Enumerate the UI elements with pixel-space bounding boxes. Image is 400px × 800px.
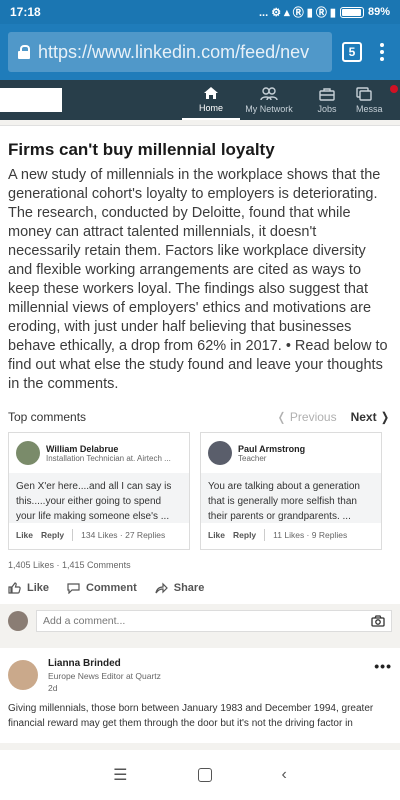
like-label: Like <box>27 582 50 594</box>
messaging-icon <box>356 87 372 101</box>
comment-like-button[interactable]: Like <box>208 530 225 540</box>
more-options-icon[interactable]: ••• <box>374 658 392 693</box>
status-bar: 17:18 ... ⚙ ▴ Ⓡ ▮ Ⓡ ▮ 89% <box>0 0 400 24</box>
thumbs-up-icon <box>8 582 21 594</box>
browser-menu-icon[interactable] <box>372 43 392 61</box>
share-icon <box>155 582 168 594</box>
top-comments-label: Top comments <box>8 410 87 424</box>
nav-jobs[interactable]: Jobs <box>298 80 356 120</box>
status-time: 17:18 <box>10 5 41 19</box>
home-button[interactable] <box>197 768 212 782</box>
nav-network-label: My Network <box>245 104 293 114</box>
linkedin-nav: Home My Network Jobs Messa <box>0 80 400 120</box>
battery-percent: 89% <box>367 6 390 18</box>
post-stats[interactable]: 1,405 Likes · 1,415 Comments <box>0 550 400 582</box>
camera-icon[interactable] <box>371 615 385 627</box>
url-text: https://www.linkedin.com/feed/nev <box>38 41 310 62</box>
nav-my-network[interactable]: My Network <box>240 80 298 120</box>
search-input[interactable] <box>0 88 62 112</box>
notification-badge <box>390 85 398 93</box>
comment-input[interactable]: Add a comment... <box>36 610 392 632</box>
network-icon <box>260 87 278 101</box>
comment-card[interactable]: William Delabrue Installation Technician… <box>8 432 190 550</box>
article-title[interactable]: Firms can't buy millennial loyalty <box>8 140 390 160</box>
article: Firms can't buy millennial loyalty A new… <box>0 126 400 400</box>
avatar[interactable] <box>16 441 40 465</box>
back-button[interactable]: ‹ <box>282 766 287 784</box>
comment-placeholder: Add a comment... <box>43 615 126 627</box>
lock-icon <box>18 45 30 59</box>
home-icon <box>204 87 218 99</box>
signal-icons: ... ⚙ ▴ Ⓡ ▮ Ⓡ ▮ <box>258 7 336 19</box>
add-comment-bar: Add a comment... <box>0 604 400 638</box>
commenter-name[interactable]: William Delabrue <box>46 444 171 454</box>
avatar[interactable] <box>8 611 28 631</box>
comment-button[interactable]: Comment <box>67 582 137 594</box>
commenter-title: Teacher <box>238 453 267 463</box>
briefcase-icon <box>319 88 335 101</box>
battery-icon <box>339 6 364 18</box>
article-body: A new study of millennials in the workpl… <box>8 167 388 392</box>
comment-reply-button[interactable]: Reply <box>233 530 256 540</box>
tab-switcher-button[interactable]: 5 <box>342 42 362 62</box>
post-text[interactable]: Giving millennials, those born between J… <box>8 701 392 731</box>
author-name[interactable]: Lianna Brinded <box>48 658 161 669</box>
comment-meta: 11 Likes · 9 Replies <box>273 530 348 540</box>
share-button[interactable]: Share <box>155 582 205 594</box>
article-card: Firms can't buy millennial loyalty A new… <box>0 125 400 638</box>
divider <box>264 529 266 541</box>
post-actions: Like Comment Share <box>0 582 400 604</box>
address-bar[interactable]: https://www.linkedin.com/feed/nev <box>8 32 332 72</box>
browser-toolbar: https://www.linkedin.com/feed/nev 5 <box>0 24 400 80</box>
system-nav-bar: ☰ ‹ <box>0 750 400 800</box>
commenter-title: Installation Technician at. Airtech ... <box>46 453 171 463</box>
comment-text[interactable]: Gen X'er here....and all I can say is th… <box>9 473 189 523</box>
comment-text[interactable]: You are talking about a generation that … <box>201 473 381 523</box>
recent-apps-button[interactable]: ☰ <box>113 765 127 785</box>
nav-home-label: Home <box>198 103 223 113</box>
avatar[interactable] <box>8 660 38 690</box>
comment-like-button[interactable]: Like <box>16 530 33 540</box>
top-comments-header: Top comments ❬ Previous Next ❭ <box>0 400 400 432</box>
previous-button[interactable]: ❬ Previous <box>277 410 337 424</box>
next-button[interactable]: Next ❭ <box>351 410 390 424</box>
comment-meta: 134 Likes · 27 Replies <box>81 530 166 540</box>
comments-carousel: William Delabrue Installation Technician… <box>0 432 400 550</box>
comment-reply-button[interactable]: Reply <box>41 530 64 540</box>
post-age: 2d <box>48 683 58 693</box>
like-button[interactable]: Like <box>8 582 49 594</box>
avatar[interactable] <box>208 441 232 465</box>
comment-icon <box>67 583 80 594</box>
nav-messaging-label: Messa <box>356 104 383 114</box>
status-icons: ... ⚙ ▴ Ⓡ ▮ Ⓡ ▮ 89% <box>259 4 390 20</box>
comment-card[interactable]: Paul Armstrong Teacher You are talking a… <box>200 432 382 550</box>
feed-post: Lianna Brinded Europe News Editor at Qua… <box>0 648 400 743</box>
author-role: Europe News Editor at Quartz <box>48 671 161 681</box>
divider <box>72 529 74 541</box>
nav-jobs-label: Jobs <box>317 104 337 114</box>
nav-home[interactable]: Home <box>182 80 240 120</box>
commenter-name[interactable]: Paul Armstrong <box>238 444 305 454</box>
comment-label: Comment <box>86 582 137 594</box>
share-label: Share <box>173 582 205 594</box>
